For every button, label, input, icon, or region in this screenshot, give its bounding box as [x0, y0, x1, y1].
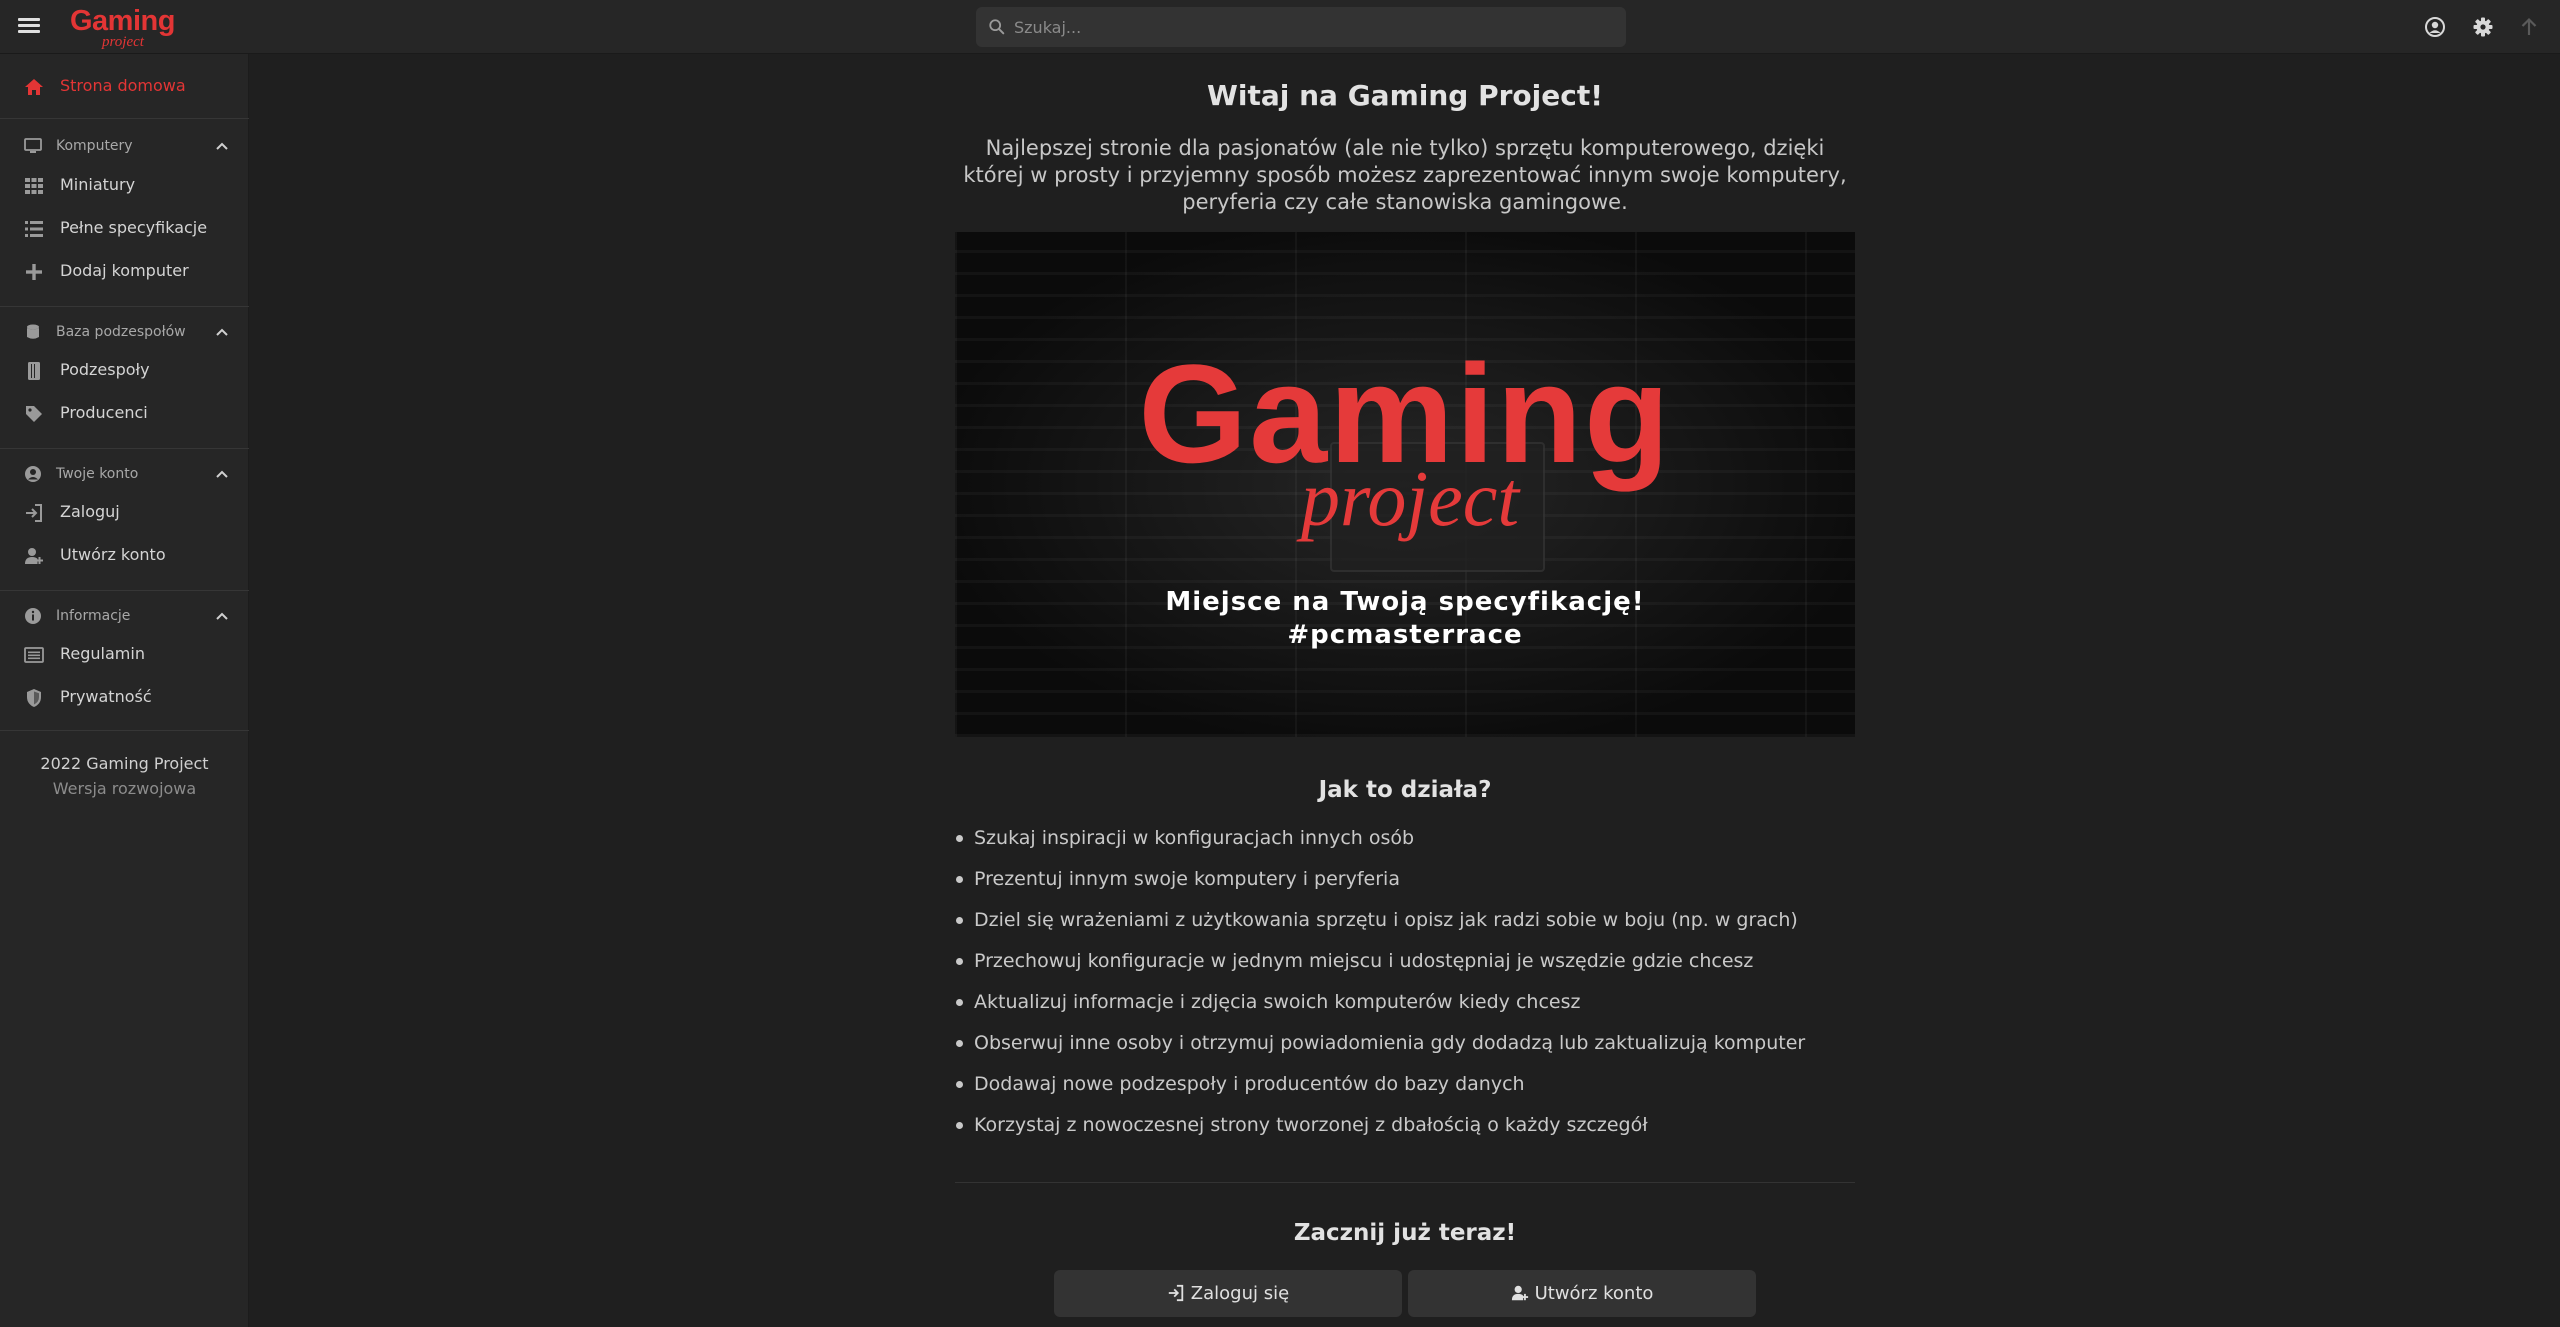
search-input[interactable] [1014, 7, 1614, 47]
sidebar-item-regulamin[interactable]: Regulamin [0, 634, 249, 674]
logo-sub-text: project [102, 34, 144, 50]
sidebar-item-label: Strona domowa [60, 76, 186, 95]
list-icon [25, 221, 43, 237]
list-item: Dodawaj nowe podzespoły i producentów do… [955, 1071, 1855, 1112]
sidebar-item-producenci[interactable]: Producenci [0, 393, 249, 433]
list-item: Prezentuj innym swoje komputery i peryfe… [955, 866, 1855, 907]
sidebar-section-informacje[interactable]: Informacje [0, 598, 249, 634]
memory-chip-icon [28, 362, 40, 380]
search-icon [989, 19, 1005, 35]
list-item: Obserwuj inne osoby i otrzymuj powiadomi… [955, 1030, 1855, 1071]
sidebar-item-label: Prywatność [60, 687, 152, 706]
monitor-icon [24, 138, 42, 153]
content-divider [955, 1182, 1855, 1183]
sidebar-divider [0, 590, 249, 591]
sidebar-item-label: Regulamin [60, 644, 145, 663]
sidebar-section-baza-podzespolow[interactable]: Baza podzespołów [0, 314, 249, 350]
sidebar-divider [0, 118, 249, 119]
sidebar-section-title: Komputery [56, 138, 133, 154]
main-content: Witaj na Gaming Project! Najlepszej stro… [250, 55, 2560, 1327]
sidebar-footer: 2022 Gaming Project Wersja rozwojowa [0, 754, 249, 798]
sidebar-item-prywatnosc[interactable]: Prywatność [0, 677, 249, 717]
features-list: Szukaj inspiracji w konfiguracjach innyc… [955, 825, 1855, 1153]
register-button-label: Utwórz konto [1534, 1283, 1654, 1304]
sidebar-item-label: Zaloguj [60, 502, 120, 521]
banner-hashtag: #pcmasterrace [1287, 620, 1523, 650]
sidebar: Strona domowa Komputery Miniatury Pełne … [0, 54, 249, 1327]
list-item: Aktualizuj informacje i zdjęcia swoich k… [955, 989, 1855, 1030]
sidebar-section-komputery[interactable]: Komputery [0, 128, 249, 164]
sidebar-item-label: Dodaj komputer [60, 261, 189, 280]
info-circle-icon [25, 608, 41, 624]
sidebar-item-label: Utwórz konto [60, 545, 166, 564]
intro-text: Najlepszej stronie dla pasjonatów (ale n… [963, 136, 1847, 214]
sidebar-item-label: Pełne specyfikacje [60, 218, 208, 237]
settings-gear-icon[interactable] [2472, 16, 2494, 38]
version-text: Wersja rozwojowa [52, 779, 197, 798]
document-list-icon [24, 647, 44, 663]
list-item: Dziel się wrażeniami z użytkowania sprzę… [955, 907, 1855, 948]
start-now-heading: Zacznij już teraz! [1293, 1220, 1517, 1246]
top-bar: Gaming project [0, 0, 2560, 54]
list-item: Szukaj inspiracji w konfiguracjach innyc… [955, 825, 1855, 866]
banner-logo-sub: project [1300, 455, 1520, 542]
sidebar-item-label: Producenci [60, 403, 148, 422]
sidebar-divider [0, 730, 249, 731]
tags-icon [26, 406, 42, 422]
sidebar-section-title: Informacje [56, 608, 131, 624]
user-circle-icon [25, 466, 41, 482]
shield-icon [27, 689, 41, 707]
hero-banner-image: Gaming project Miejsce na Twoją specyfik… [955, 232, 1855, 737]
home-icon [25, 79, 43, 95]
register-button[interactable]: Utwórz konto [1408, 1270, 1756, 1317]
grid-icon [25, 178, 43, 194]
sidebar-section-title: Twoje konto [56, 466, 139, 482]
page-title: Witaj na Gaming Project! [1207, 79, 1603, 112]
sidebar-divider [0, 448, 249, 449]
sidebar-section-twoje-konto[interactable]: Twoje konto [0, 456, 249, 492]
database-icon [27, 324, 39, 339]
site-logo[interactable]: Gaming project [70, 5, 180, 50]
sidebar-item-utworz-konto[interactable]: Utwórz konto [0, 535, 249, 575]
sidebar-item-pelne-specyfikacje[interactable]: Pełne specyfikacje [0, 208, 249, 248]
banner-tagline: Miejsce na Twoją specyfikację! [1165, 587, 1645, 617]
scroll-to-top-arrow-icon[interactable] [2518, 16, 2540, 38]
user-account-icon[interactable] [2424, 16, 2446, 38]
chevron-up-icon [216, 470, 228, 478]
chevron-up-icon [216, 142, 228, 150]
login-button[interactable]: Zaloguj się [1054, 1270, 1402, 1317]
list-item: Korzystaj z nowoczesnej strony tworzonej… [955, 1112, 1855, 1153]
chevron-up-icon [216, 612, 228, 620]
how-it-works-heading: Jak to działa? [1318, 777, 1492, 803]
sidebar-divider [0, 306, 249, 307]
sidebar-item-label: Podzespoły [60, 360, 150, 379]
user-plus-icon [25, 548, 43, 564]
sidebar-item-zaloguj[interactable]: Zaloguj [0, 492, 249, 532]
sidebar-item-label: Miniatury [60, 175, 136, 194]
hamburger-menu-icon[interactable] [18, 16, 40, 38]
sidebar-section-title: Baza podzespołów [56, 324, 186, 340]
sidebar-item-miniatury[interactable]: Miniatury [0, 165, 249, 205]
chevron-up-icon [216, 328, 228, 336]
sign-in-icon [26, 504, 42, 522]
copyright-text: 2022 Gaming Project [40, 754, 209, 773]
list-item: Przechowuj konfiguracje w jednym miejscu… [955, 948, 1855, 989]
plus-icon [26, 264, 42, 280]
search-bar [976, 7, 1626, 47]
logo-main-text: Gaming [70, 5, 175, 37]
sidebar-item-podzespoly[interactable]: Podzespoły [0, 350, 249, 390]
login-button-label: Zaloguj się [1190, 1283, 1290, 1304]
sidebar-item-dodaj-komputer[interactable]: Dodaj komputer [0, 251, 249, 291]
sidebar-item-home[interactable]: Strona domowa [0, 66, 249, 106]
user-plus-icon [1511, 1285, 1528, 1301]
sign-in-icon [1168, 1284, 1183, 1302]
